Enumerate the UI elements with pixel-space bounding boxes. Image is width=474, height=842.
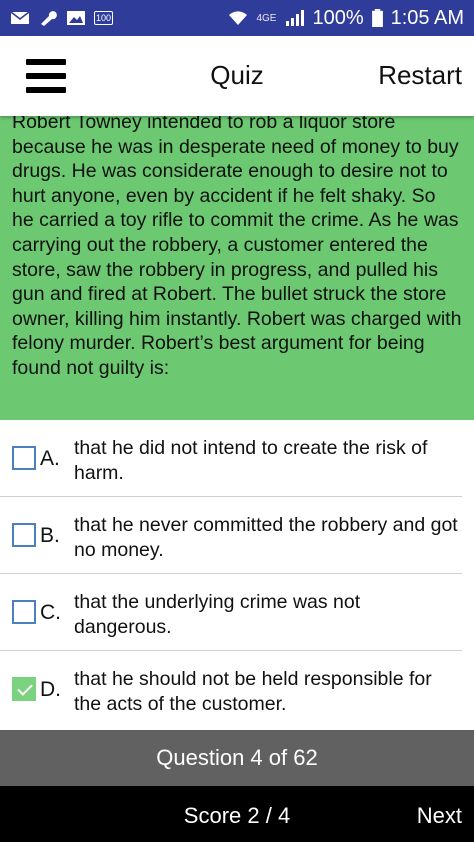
answer-letter: B. — [40, 524, 60, 547]
score-label: Score 2 / 4 — [183, 803, 291, 828]
status-right-icons: 4GE 100% 1:05 AM — [228, 7, 464, 30]
answer-letter: D. — [40, 678, 61, 701]
answer-list: A. that he did not intend to create the … — [0, 420, 474, 728]
answer-option-c[interactable]: C. that the underlying crime was not dan… — [0, 574, 462, 651]
answer-checkbox[interactable] — [12, 523, 36, 547]
answer-checkbox[interactable] — [12, 600, 36, 624]
status-left-icons: 100 — [10, 10, 114, 26]
battery-percent: 100% — [312, 6, 364, 29]
wifi-icon — [229, 11, 248, 25]
question-progress-label: Question 4 of 62 — [156, 745, 318, 770]
question-progress: Question 4 of 62 — [0, 730, 474, 786]
answer-checkbox[interactable] — [12, 677, 36, 701]
status-bar: 100 4GE 100% 1:05 AM — [0, 0, 474, 36]
answer-letter: C. — [40, 601, 61, 624]
question-panel: Robert Towney intended to rob a liquor s… — [0, 116, 474, 420]
battery-icon — [371, 9, 383, 27]
mail-icon — [10, 11, 30, 24]
answer-option-d[interactable]: D. that he should not be held responsibl… — [0, 651, 462, 728]
answer-letter: A. — [40, 447, 60, 470]
answer-text: that he did not intend to create the ris… — [74, 437, 428, 484]
signal-icon — [286, 10, 305, 26]
network-label: 4GE — [256, 12, 277, 24]
answer-option-b[interactable]: B. that he never committed the robbery a… — [0, 497, 462, 574]
question-text: Robert Towney intended to rob a liquor s… — [12, 116, 462, 379]
footer-bar: Score 2 / 4 Next — [0, 786, 474, 842]
app-bar: Quiz Restart — [0, 36, 474, 116]
image-icon — [67, 11, 85, 25]
notification-badge: 100 — [94, 11, 114, 25]
next-button[interactable]: Next — [417, 803, 462, 829]
answer-text: that he should not be held responsible f… — [74, 668, 432, 715]
clock: 1:05 AM — [390, 6, 464, 29]
answer-option-a[interactable]: A. that he did not intend to create the … — [0, 420, 462, 497]
answer-checkbox[interactable] — [12, 446, 36, 470]
answer-text: that the underlying crime was not danger… — [74, 591, 361, 638]
restart-button[interactable]: Restart — [378, 60, 462, 91]
hamburger-menu-icon[interactable] — [26, 59, 66, 93]
answer-text: that he never committed the robbery and … — [74, 514, 458, 561]
wrench-icon — [41, 11, 57, 26]
